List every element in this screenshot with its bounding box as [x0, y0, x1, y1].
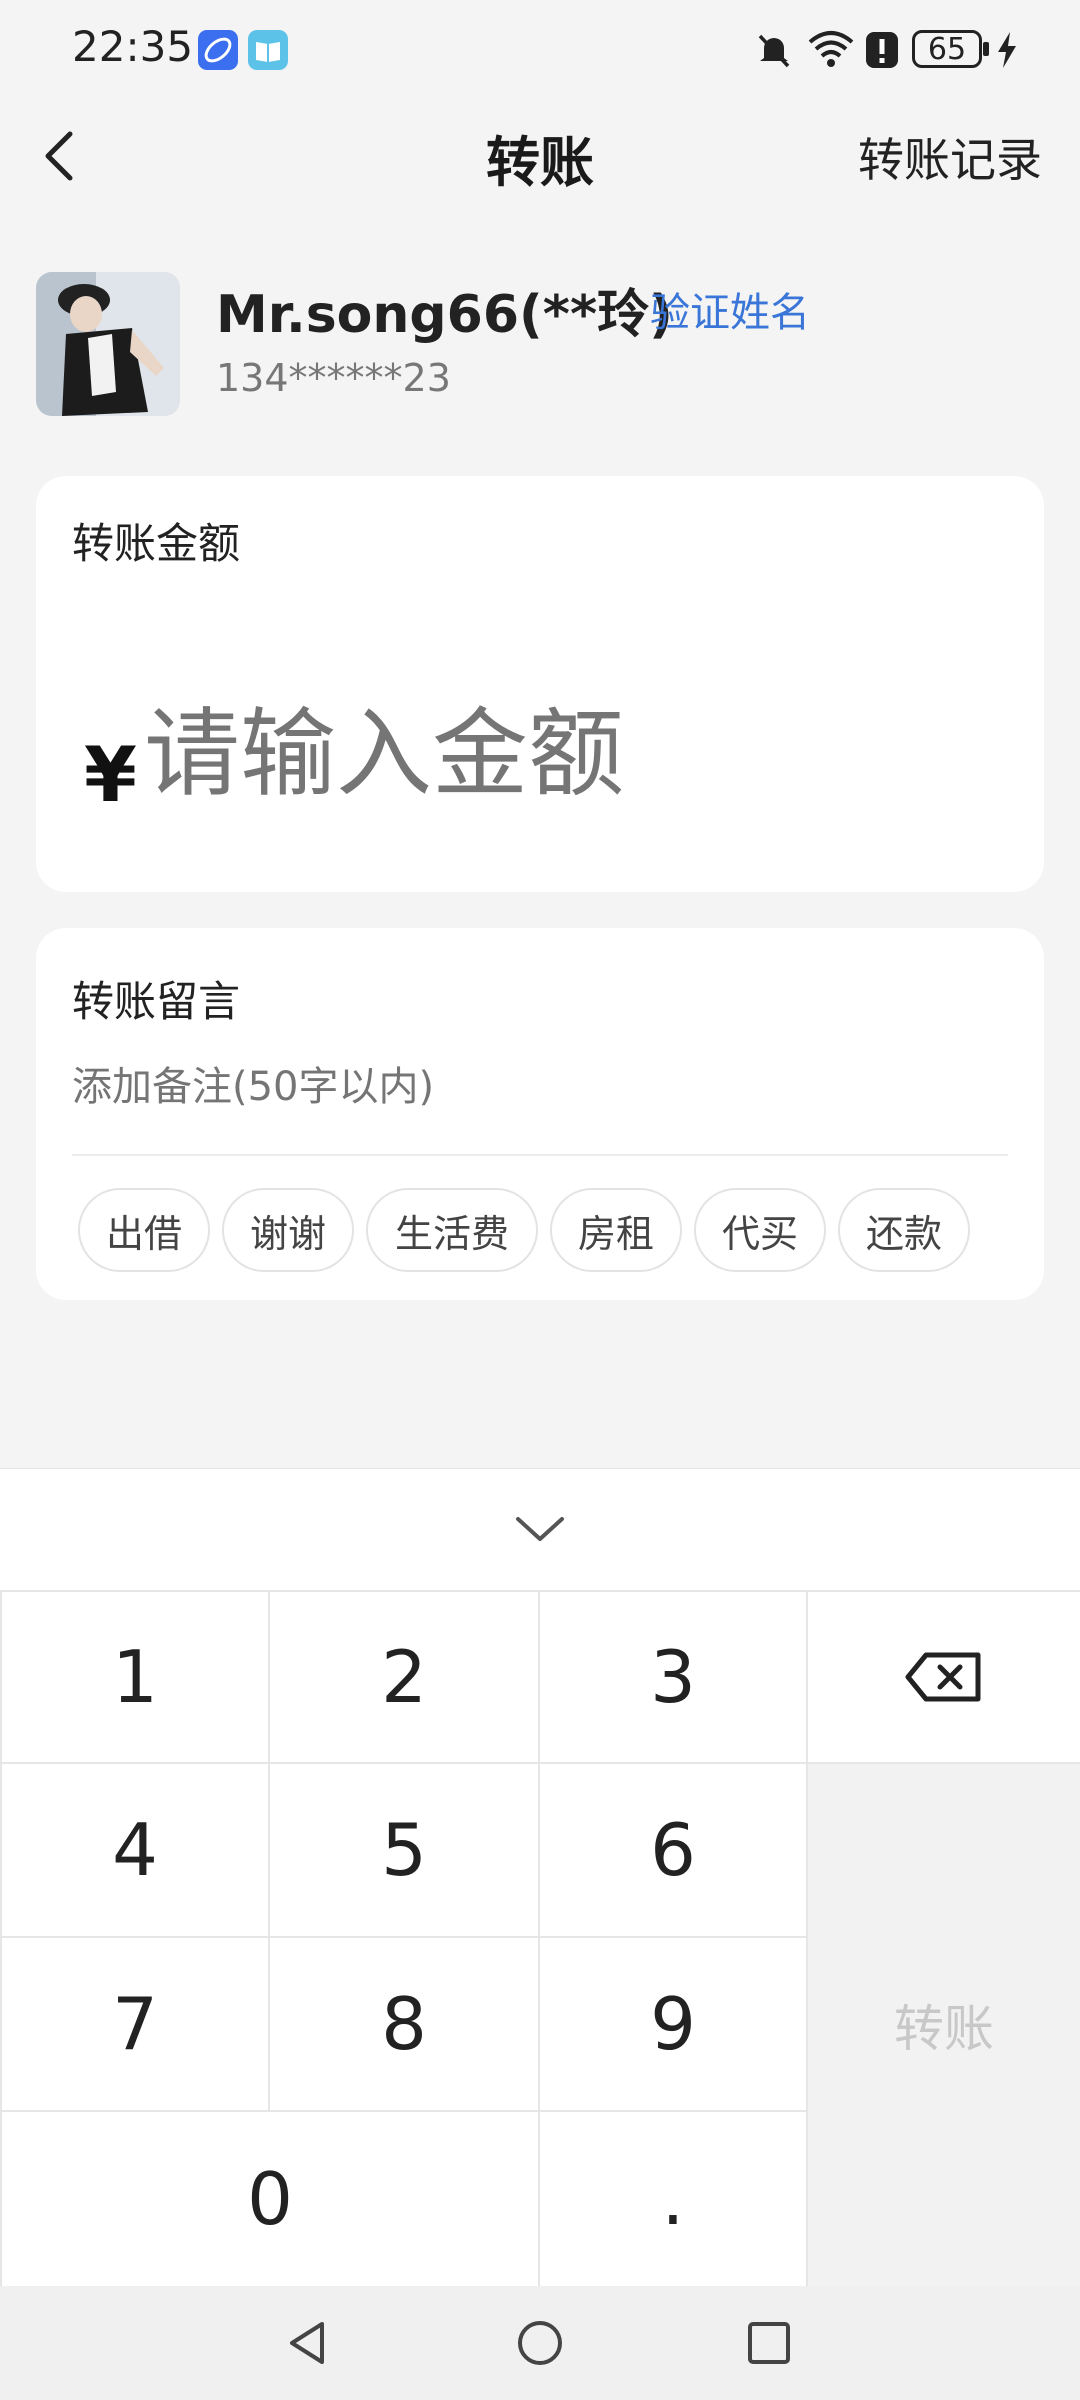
remark-card: 转账留言 出借 谢谢 生活费 房租 代买 还款 — [36, 928, 1044, 1300]
keypad: 1 2 3 4 5 6 7 8 9 0 . 转账 — [0, 1590, 1080, 2286]
backspace-icon — [905, 1652, 981, 1702]
nav-back-icon[interactable] — [282, 2318, 332, 2368]
remark-chip[interactable]: 谢谢 — [222, 1188, 354, 1272]
remark-chip[interactable]: 出借 — [78, 1188, 210, 1272]
system-nav-bar — [0, 2286, 1080, 2400]
key-0[interactable]: 0 — [2, 2112, 538, 2286]
status-bar: 22:35 65 — [0, 0, 1080, 96]
nav-recents-icon[interactable] — [744, 2318, 794, 2368]
wifi-icon — [808, 31, 854, 67]
amount-card: 转账金额 ¥ — [36, 476, 1044, 892]
key-9[interactable]: 9 — [540, 1938, 806, 2110]
avatar — [36, 272, 180, 416]
remark-chip[interactable]: 代买 — [694, 1188, 826, 1272]
delete-key[interactable] — [808, 1592, 1080, 1762]
key-1[interactable]: 1 — [2, 1592, 268, 1762]
remark-title: 转账留言 — [72, 977, 241, 1026]
nav-home-icon[interactable] — [515, 2318, 565, 2368]
key-2[interactable]: 2 — [270, 1592, 538, 1762]
key-6[interactable]: 6 — [540, 1764, 806, 1936]
payee-phone: 134******23 — [216, 356, 451, 400]
remark-input[interactable] — [72, 1064, 1002, 1110]
key-3[interactable]: 3 — [540, 1592, 806, 1762]
transfer-records-link[interactable]: 转账记录 — [858, 124, 1042, 190]
charging-icon — [998, 32, 1016, 68]
remark-chip[interactable]: 还款 — [838, 1188, 970, 1272]
key-7[interactable]: 7 — [2, 1938, 268, 2110]
key-dot[interactable]: . — [540, 2112, 806, 2286]
status-time: 22:35 — [72, 22, 194, 71]
reader-app-icon — [248, 30, 288, 70]
browser-app-icon — [198, 30, 238, 70]
payee-name: Mr.song66(**玲) — [216, 285, 673, 345]
divider — [72, 1154, 1008, 1156]
amount-title: 转账金额 — [72, 519, 241, 568]
alert-icon — [866, 32, 898, 68]
key-5[interactable]: 5 — [270, 1764, 538, 1936]
verify-name-link[interactable]: 验证姓名 — [650, 280, 810, 338]
remark-chip[interactable]: 生活费 — [366, 1188, 538, 1272]
mute-bell-icon — [758, 34, 790, 68]
battery-icon: 65 — [912, 30, 982, 68]
collapse-keyboard-button[interactable] — [510, 1509, 570, 1549]
keyboard-header — [0, 1468, 1080, 1591]
key-4[interactable]: 4 — [2, 1764, 268, 1936]
key-8[interactable]: 8 — [270, 1938, 538, 2110]
battery-level: 65 — [927, 31, 967, 67]
amount-input[interactable] — [144, 698, 1004, 810]
transfer-button[interactable]: 转账 — [808, 1764, 1080, 2286]
remark-chip[interactable]: 房租 — [550, 1188, 682, 1272]
currency-symbol: ¥ — [84, 730, 137, 819]
battery-cap — [983, 42, 989, 56]
